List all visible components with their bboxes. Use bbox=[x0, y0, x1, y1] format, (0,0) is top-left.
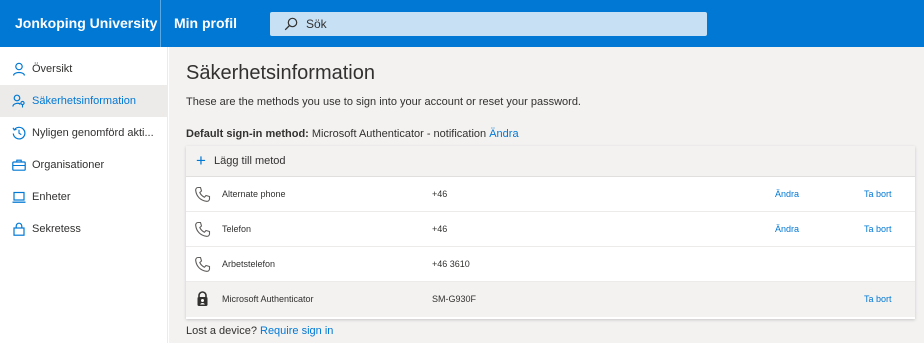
sidebar-item-label: Nyligen genomförd akti... bbox=[32, 127, 154, 139]
history-icon bbox=[12, 126, 26, 140]
search-input[interactable]: Sök bbox=[306, 12, 327, 36]
header-divider bbox=[160, 0, 161, 47]
brand-name[interactable]: Jonkoping University bbox=[15, 0, 157, 47]
method-name: Alternate phone bbox=[222, 189, 286, 199]
method-name: Arbetstelefon bbox=[222, 259, 276, 269]
method-name: Telefon bbox=[222, 224, 252, 234]
lost-device-text: Lost a device? bbox=[186, 325, 257, 337]
change-default-link[interactable]: Ändra bbox=[489, 128, 518, 140]
lock-icon bbox=[13, 222, 25, 236]
briefcase-icon bbox=[12, 159, 26, 171]
methods-card: + Lägg till metod Alternate phone +46 Än… bbox=[186, 146, 915, 319]
lost-device-line: Lost a device? Require sign in bbox=[186, 325, 333, 337]
sidebar: Översikt Säkerhetsinformation Nyligen ge… bbox=[0, 47, 168, 343]
add-method-label: Lägg till metod bbox=[214, 155, 286, 167]
sidebar-item-label: Enheter bbox=[32, 191, 71, 203]
security-info-icon bbox=[12, 94, 25, 108]
method-value: +46 bbox=[432, 224, 448, 234]
method-row: Arbetstelefon +46 3610 bbox=[186, 247, 915, 282]
sidebar-item-label: Säkerhetsinformation bbox=[32, 95, 136, 107]
default-method-value: Microsoft Authenticator - notification bbox=[311, 128, 487, 140]
page-title: Säkerhetsinformation bbox=[186, 62, 375, 84]
method-name: Microsoft Authenticator bbox=[222, 294, 314, 304]
sidebar-item-organizations[interactable]: Organisationer bbox=[0, 149, 168, 181]
plus-icon: + bbox=[196, 151, 206, 170]
method-row: Microsoft Authenticator SM-G930F Ta bort bbox=[186, 282, 915, 317]
change-link[interactable]: Ändra bbox=[775, 212, 799, 247]
authenticator-icon bbox=[197, 291, 208, 306]
my-profile-title[interactable]: Min profil bbox=[174, 0, 237, 47]
laptop-icon bbox=[12, 191, 26, 203]
method-row: Telefon +46 Ändra Ta bort bbox=[186, 212, 915, 247]
phone-icon bbox=[195, 186, 211, 202]
remove-link[interactable]: Ta bort bbox=[864, 212, 892, 247]
search-box[interactable]: Sök bbox=[270, 12, 707, 36]
sidebar-item-security-info[interactable]: Säkerhetsinformation bbox=[0, 85, 168, 117]
page-subtitle: These are the methods you use to sign in… bbox=[186, 96, 581, 108]
phone-icon bbox=[195, 256, 211, 272]
sidebar-item-devices[interactable]: Enheter bbox=[0, 181, 168, 213]
default-method-line: Default sign-in method: Microsoft Authen… bbox=[186, 128, 519, 140]
sidebar-item-label: Översikt bbox=[32, 63, 73, 75]
person-icon bbox=[12, 62, 26, 76]
default-method-label: Default sign-in method: bbox=[186, 128, 309, 140]
sidebar-item-label: Organisationer bbox=[32, 159, 105, 171]
sidebar-item-label: Sekretess bbox=[32, 223, 81, 235]
add-method-button[interactable]: + Lägg till metod bbox=[186, 146, 915, 177]
sidebar-item-privacy[interactable]: Sekretess bbox=[0, 213, 168, 245]
search-icon bbox=[284, 17, 298, 31]
method-value: +46 3610 bbox=[432, 259, 470, 269]
top-bar: Jonkoping University Min profil Sök bbox=[0, 0, 924, 47]
method-row: Alternate phone +46 Ändra Ta bort bbox=[186, 177, 915, 212]
method-value: SM-G930F bbox=[432, 294, 477, 304]
sidebar-item-overview[interactable]: Översikt bbox=[0, 53, 168, 85]
remove-link[interactable]: Ta bort bbox=[864, 177, 892, 212]
method-value: +46 bbox=[432, 189, 448, 199]
change-link[interactable]: Ändra bbox=[775, 177, 799, 212]
phone-icon bbox=[195, 221, 211, 237]
require-sign-in-link[interactable]: Require sign in bbox=[260, 325, 333, 337]
sidebar-item-recent-activity[interactable]: Nyligen genomförd akti... bbox=[0, 117, 168, 149]
remove-link[interactable]: Ta bort bbox=[864, 282, 892, 317]
